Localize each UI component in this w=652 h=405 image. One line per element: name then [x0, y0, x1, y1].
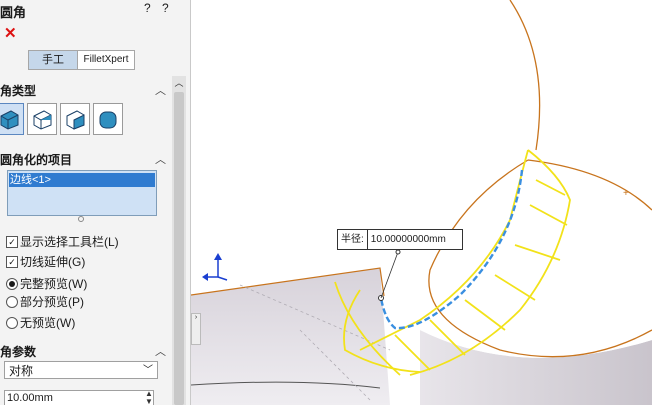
help-icon[interactable]: ? ?: [144, 1, 173, 15]
variable-fillet-button[interactable]: [27, 103, 57, 135]
partial-preview-option[interactable]: 部分预览(P): [6, 293, 84, 310]
property-manager-panel: 圆角 ? ? ✕ 手工 FilletXpert 角类型 ︿ 圆角化的项目 ︿ 边…: [0, 0, 191, 405]
no-preview-option[interactable]: 无预览(W): [6, 314, 75, 331]
tangent-propagation-option[interactable]: ✓ 切线延伸(G): [6, 253, 85, 270]
callout-anchor: [395, 249, 401, 255]
full-round-fillet-icon: [99, 111, 117, 129]
radio-icon[interactable]: [6, 295, 18, 308]
fillet-method-value: 对称: [9, 364, 34, 378]
show-toolbar-option[interactable]: ✓ 显示选择工具栏(L): [6, 233, 119, 250]
variable-fillet-icon: [33, 110, 52, 130]
origin-marker: +: [623, 188, 629, 199]
radius-callout-label: 半径:: [338, 230, 368, 249]
radius-callout-value[interactable]: 10.00000000mm: [368, 234, 446, 245]
chevron-down-icon: ﹀: [143, 365, 153, 376]
constant-fillet-icon: [0, 110, 19, 130]
list-item[interactable]: 边线<1>: [9, 173, 155, 187]
radius-spinner[interactable]: ▲ ▼: [142, 390, 156, 405]
model-view: +: [191, 0, 652, 405]
mode-tabs: 手工 FilletXpert: [28, 50, 135, 70]
partial-preview-label: 部分预览(P): [20, 295, 84, 309]
fillet-type-group: [0, 103, 123, 135]
face-fillet-icon: [66, 110, 85, 130]
section-params-title[interactable]: 角参数: [0, 343, 36, 360]
viewport-side-handle[interactable]: ›: [191, 313, 201, 345]
fillet-items-listbox[interactable]: 边线<1>: [7, 170, 157, 216]
full-round-fillet-button[interactable]: [93, 103, 123, 135]
collapse-icon[interactable]: ︿: [155, 151, 166, 167]
fillet-method-select[interactable]: 对称 ﹀: [4, 361, 158, 379]
panel-title: 圆角: [0, 5, 27, 20]
tangent-propagation-label: 切线延伸(G): [20, 255, 86, 269]
checkbox-checked-icon[interactable]: ✓: [6, 255, 18, 268]
radio-icon[interactable]: [6, 316, 18, 329]
graphics-viewport[interactable]: +: [191, 0, 652, 405]
tab-manual[interactable]: 手工: [29, 51, 78, 69]
radio-selected-icon[interactable]: [6, 277, 18, 290]
radius-input[interactable]: 10.00mm: [4, 390, 154, 405]
close-icon[interactable]: ✕: [4, 24, 17, 42]
section-items-title[interactable]: 圆角化的项目: [0, 151, 72, 168]
checkbox-checked-icon[interactable]: ✓: [6, 235, 18, 248]
scrollbar-thumb[interactable]: [174, 92, 184, 405]
full-preview-label: 完整预览(W): [20, 277, 88, 291]
face-fillet-button[interactable]: [60, 103, 90, 135]
no-preview-label: 无预览(W): [20, 316, 76, 330]
tab-filletxpert[interactable]: FilletXpert: [78, 51, 134, 69]
scroll-up-icon[interactable]: ︿: [174, 78, 184, 88]
collapse-icon[interactable]: ︿: [155, 82, 166, 98]
full-preview-option[interactable]: 完整预览(W): [6, 275, 87, 292]
section-fillet-type-title[interactable]: 角类型: [0, 82, 36, 99]
collapse-icon[interactable]: ︿: [155, 343, 166, 359]
show-toolbar-label: 显示选择工具栏(L): [20, 235, 119, 249]
resize-handle[interactable]: [78, 216, 84, 222]
constant-fillet-button[interactable]: [0, 103, 24, 135]
radius-callout[interactable]: 半径: 10.00000000mm: [337, 229, 463, 250]
